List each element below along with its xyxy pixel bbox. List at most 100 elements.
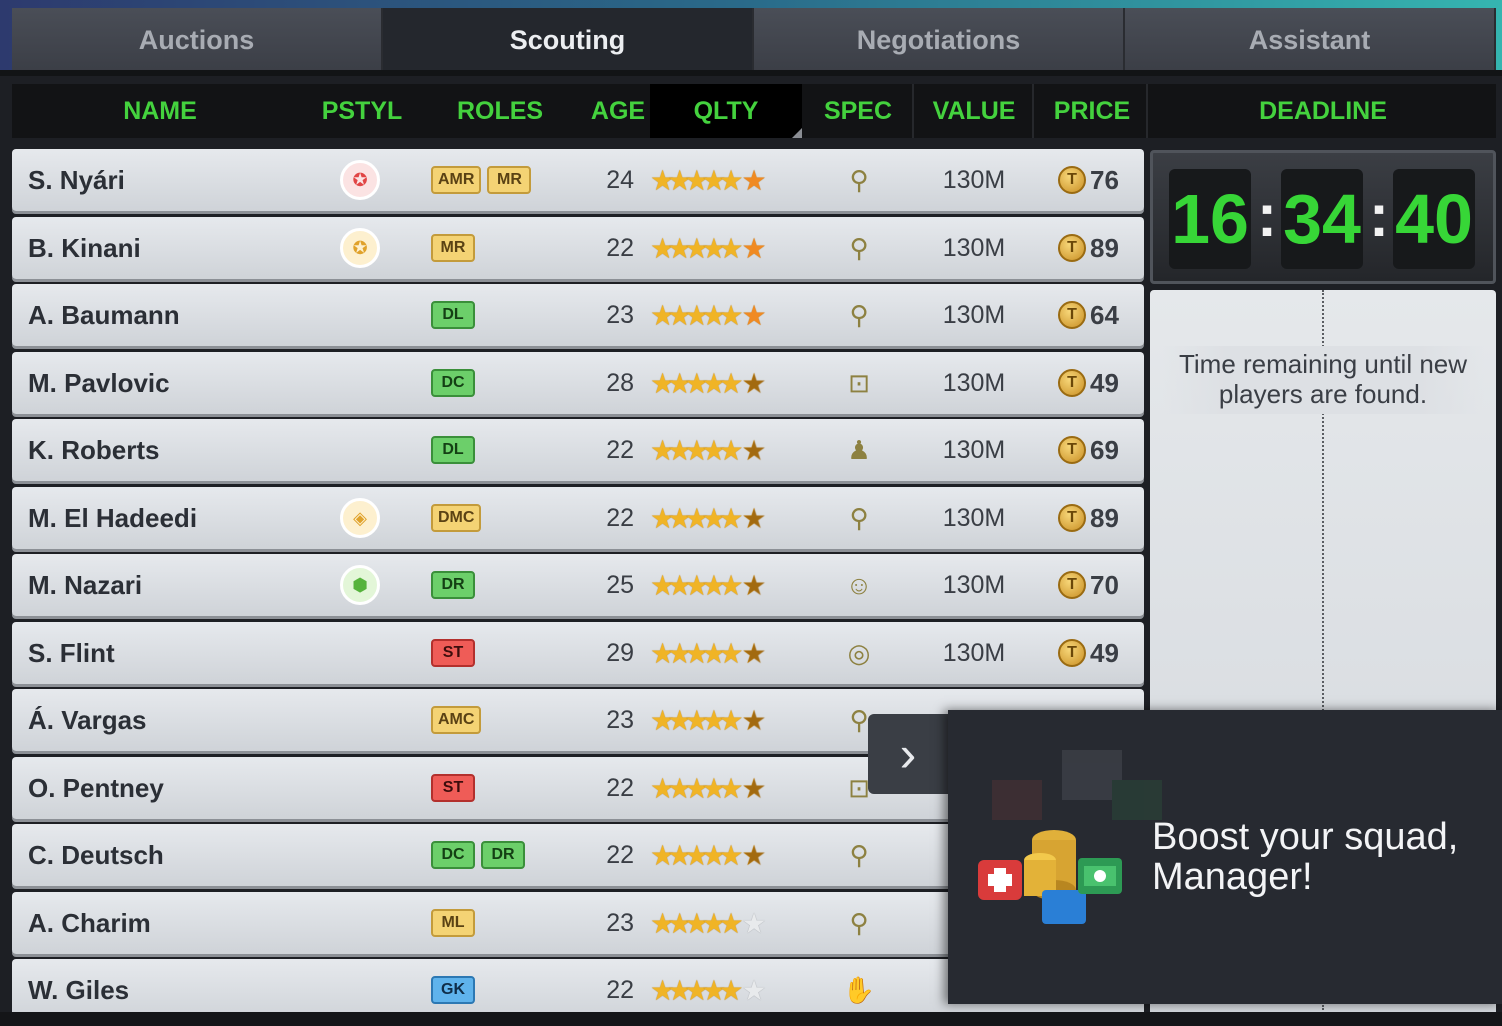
- star-icon: ★: [701, 839, 726, 871]
- player-row[interactable]: B. Kinani ✪ MR 22 ★ ★ ★ ★ ★ ★ ⚲ 130M T 89: [12, 217, 1144, 279]
- player-name: B. Kinani: [28, 232, 141, 263]
- star-icon: ★: [684, 434, 709, 466]
- roles: ML: [431, 892, 475, 954]
- tab-bar: Auctions Scouting Negotiations Assistant: [12, 8, 1496, 72]
- star-icon: ★: [741, 839, 767, 871]
- star-icon: ★: [701, 502, 726, 534]
- header-name[interactable]: NAME: [60, 84, 260, 138]
- roles: DL: [431, 419, 475, 481]
- price-amount: 89: [1090, 232, 1119, 263]
- header-value[interactable]: VALUE: [922, 84, 1026, 138]
- header-age[interactable]: AGE: [582, 84, 654, 138]
- star-icon: ★: [701, 367, 726, 399]
- quality-stars: ★ ★ ★ ★ ★ ★: [650, 892, 767, 954]
- player-row[interactable]: S. Nyári ✪ AMR MR 24 ★ ★ ★ ★ ★ ★ ⚲ 130M T 76: [12, 149, 1144, 211]
- star-icon: ★: [650, 434, 675, 466]
- roles: AMC: [431, 689, 482, 751]
- star-icon: ★: [741, 434, 767, 466]
- tab-negotiations[interactable]: Negotiations: [754, 8, 1125, 72]
- roles: ST: [431, 757, 475, 819]
- player-value: 130M: [942, 570, 1006, 599]
- star-icon: ★: [718, 839, 743, 871]
- role-badge: AMC: [431, 706, 482, 734]
- chevron-right-icon: ›: [899, 726, 917, 782]
- player-row[interactable]: M. El Hadeedi ◈ DMC 22 ★ ★ ★ ★ ★ ★ ⚲ 130M T 89: [12, 487, 1144, 549]
- role-badge: MR: [487, 166, 532, 194]
- player-age: 25: [606, 570, 634, 599]
- specialty: ⚲: [834, 487, 884, 549]
- tab-assistant[interactable]: Assistant: [1125, 8, 1496, 72]
- team-icon: ☺: [845, 569, 873, 600]
- promo-popup[interactable]: Boost your squad, Manager!: [948, 710, 1502, 1004]
- star-icon: ★: [684, 974, 709, 1006]
- whistle-icon: ⚲: [849, 232, 869, 263]
- star-icon: ★: [650, 164, 675, 196]
- tab-auctions[interactable]: Auctions: [12, 8, 383, 72]
- star-icon: ★: [684, 772, 709, 804]
- player-row[interactable]: M. Nazari ⬢ DR 25 ★ ★ ★ ★ ★ ★ ☺ 130M T 70: [12, 554, 1144, 616]
- star-icon: ★: [741, 164, 767, 196]
- star-icon: ★: [741, 637, 767, 669]
- player-name: K. Roberts: [28, 434, 160, 465]
- goal-icon: ⊡: [848, 367, 870, 398]
- role-badge: MR: [431, 234, 475, 262]
- glove-icon: ✋: [842, 974, 876, 1005]
- header-qlty[interactable]: QLTY: [650, 84, 802, 138]
- star-icon: ★: [650, 232, 675, 264]
- star-icon: ★: [650, 839, 675, 871]
- star-icon: ★: [718, 502, 743, 534]
- quality-stars: ★ ★ ★ ★ ★ ★: [650, 419, 767, 481]
- header-spec[interactable]: SPEC: [818, 84, 898, 138]
- quality-stars: ★ ★ ★ ★ ★ ★: [650, 554, 767, 616]
- star-icon: ★: [650, 772, 675, 804]
- timer-seconds: 40: [1393, 169, 1475, 269]
- star-icon: ★: [741, 907, 767, 939]
- coin-icon: T: [1058, 639, 1086, 667]
- price-amount: 49: [1090, 637, 1119, 668]
- specialty: ⚲: [834, 284, 884, 346]
- star-icon: ★: [701, 299, 726, 331]
- star-icon: ★: [718, 569, 743, 601]
- player-value: 130M: [942, 368, 1006, 397]
- header-separator: [912, 84, 914, 138]
- star-icon: ★: [667, 569, 692, 601]
- header-qlty-label: QLTY: [693, 96, 759, 125]
- player-age: 24: [606, 165, 634, 194]
- column-headers: NAME PSTYL ROLES AGE QLTY SPEC VALUE PRI…: [12, 84, 1496, 138]
- coin-icon: T: [1058, 166, 1086, 194]
- header-deadline[interactable]: DEADLINE: [1150, 84, 1496, 138]
- star-icon: ★: [701, 637, 726, 669]
- player-row[interactable]: A. Baumann DL 23 ★ ★ ★ ★ ★ ★ ⚲ 130M T 64: [12, 284, 1144, 346]
- header-price[interactable]: PRICE: [1042, 84, 1142, 138]
- player-name: M. Nazari: [28, 569, 143, 600]
- star-icon: ★: [667, 299, 692, 331]
- tab-scouting[interactable]: Scouting: [383, 8, 754, 72]
- player-name: S. Nyári: [28, 164, 125, 195]
- player-age: 22: [606, 233, 634, 262]
- quality-stars: ★ ★ ★ ★ ★ ★: [650, 352, 767, 414]
- promo-message: Boost your squad, Manager!: [1152, 816, 1459, 898]
- whistle-icon: ⚲: [849, 907, 869, 938]
- player-age: 28: [606, 368, 634, 397]
- player-row[interactable]: S. Flint ST 29 ★ ★ ★ ★ ★ ★ ◎ 130M T 49: [12, 622, 1144, 684]
- playstyle: ✪: [338, 217, 382, 279]
- player-row[interactable]: M. Pavlovic DC 28 ★ ★ ★ ★ ★ ★ ⊡ 130M T 49: [12, 352, 1144, 414]
- star-icon: ★: [718, 164, 743, 196]
- collapse-popup-button[interactable]: ›: [868, 714, 948, 794]
- star-icon: ★: [701, 704, 726, 736]
- star-icon: ★: [701, 164, 726, 196]
- player-row[interactable]: K. Roberts DL 22 ★ ★ ★ ★ ★ ★ ♟ 130M T 69: [12, 419, 1144, 481]
- player-age: 29: [606, 638, 634, 667]
- role-badge: DMC: [431, 504, 482, 532]
- star-icon: ★: [741, 299, 767, 331]
- role-badge: ST: [431, 774, 475, 802]
- star-icon: ★: [718, 299, 743, 331]
- star-icon: ★: [741, 502, 767, 534]
- header-pstyl[interactable]: PSTYL: [308, 84, 416, 138]
- star-icon: ★: [718, 704, 743, 736]
- star-icon: ★: [684, 569, 709, 601]
- star-icon: ★: [718, 637, 743, 669]
- price-amount: 89: [1090, 502, 1119, 533]
- header-roles[interactable]: ROLES: [438, 84, 562, 138]
- timer-hours: 16: [1169, 169, 1251, 269]
